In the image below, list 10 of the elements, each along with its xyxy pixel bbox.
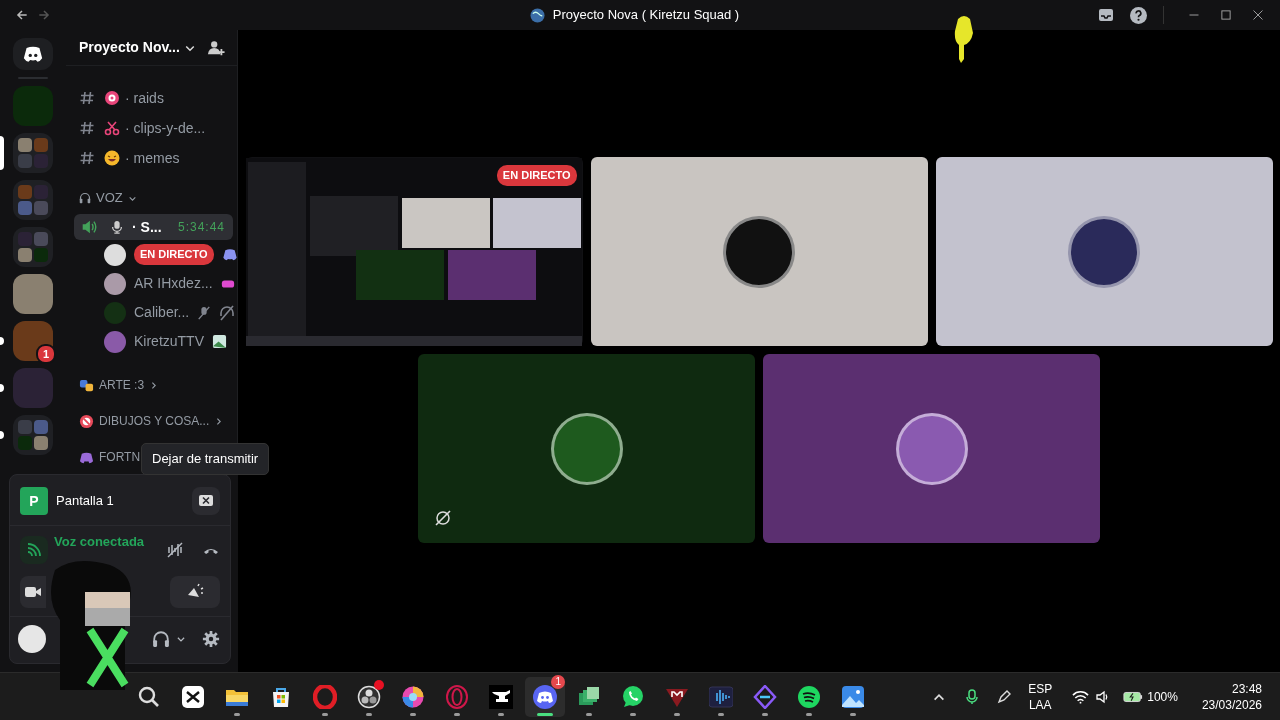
stream-title: Pantalla 1 <box>56 492 114 511</box>
notification-badge: 1 <box>551 674 565 689</box>
notification-badge: 1 <box>35 344 56 364</box>
live-badge: EN DIRECTO <box>496 165 577 186</box>
screen-source-icon: P <box>20 487 48 515</box>
call-timer: 5:34:44 <box>177 219 225 236</box>
channel-name: · S... <box>132 217 162 237</box>
live-badge: EN DIRECTO <box>134 244 214 265</box>
tooltip: Dejar de transmitir <box>141 443 270 475</box>
window-title: Proyecto Nova ( Kiretzu Squad ) <box>552 6 740 25</box>
